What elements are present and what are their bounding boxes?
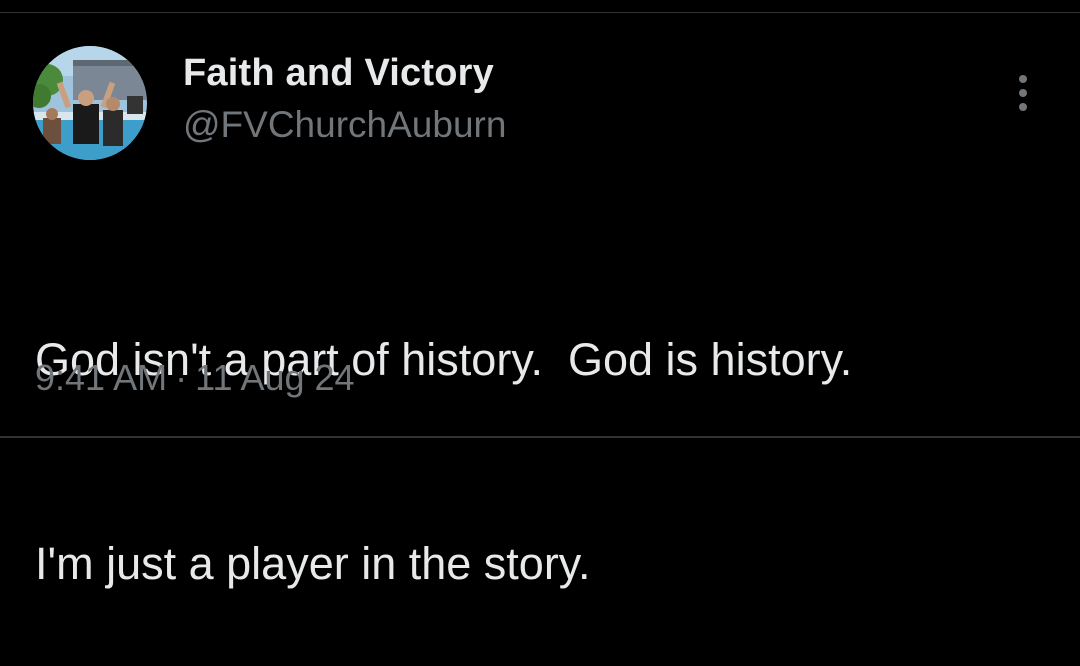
top-divider bbox=[0, 12, 1080, 13]
avatar[interactable] bbox=[33, 46, 147, 160]
tweet-text-line: I'm just a player in the story. bbox=[35, 538, 591, 589]
tweet-date[interactable]: 11 Aug 24 bbox=[195, 357, 355, 398]
display-name[interactable]: Faith and Victory bbox=[183, 52, 494, 95]
tweet-time[interactable]: 9:41 AM bbox=[35, 357, 167, 398]
user-handle[interactable]: @FVChurchAuburn bbox=[183, 104, 506, 146]
bottom-divider bbox=[0, 436, 1080, 438]
more-vertical-icon bbox=[1019, 75, 1027, 111]
more-options-button[interactable] bbox=[1008, 70, 1038, 116]
tweet-text: God isn't a part of history. God is hist… bbox=[35, 190, 1045, 666]
avatar-photo-icon bbox=[33, 46, 147, 160]
meta-separator: · bbox=[175, 357, 188, 398]
tweet-metadata: 9:41 AM · 11 Aug 24 bbox=[35, 357, 355, 399]
